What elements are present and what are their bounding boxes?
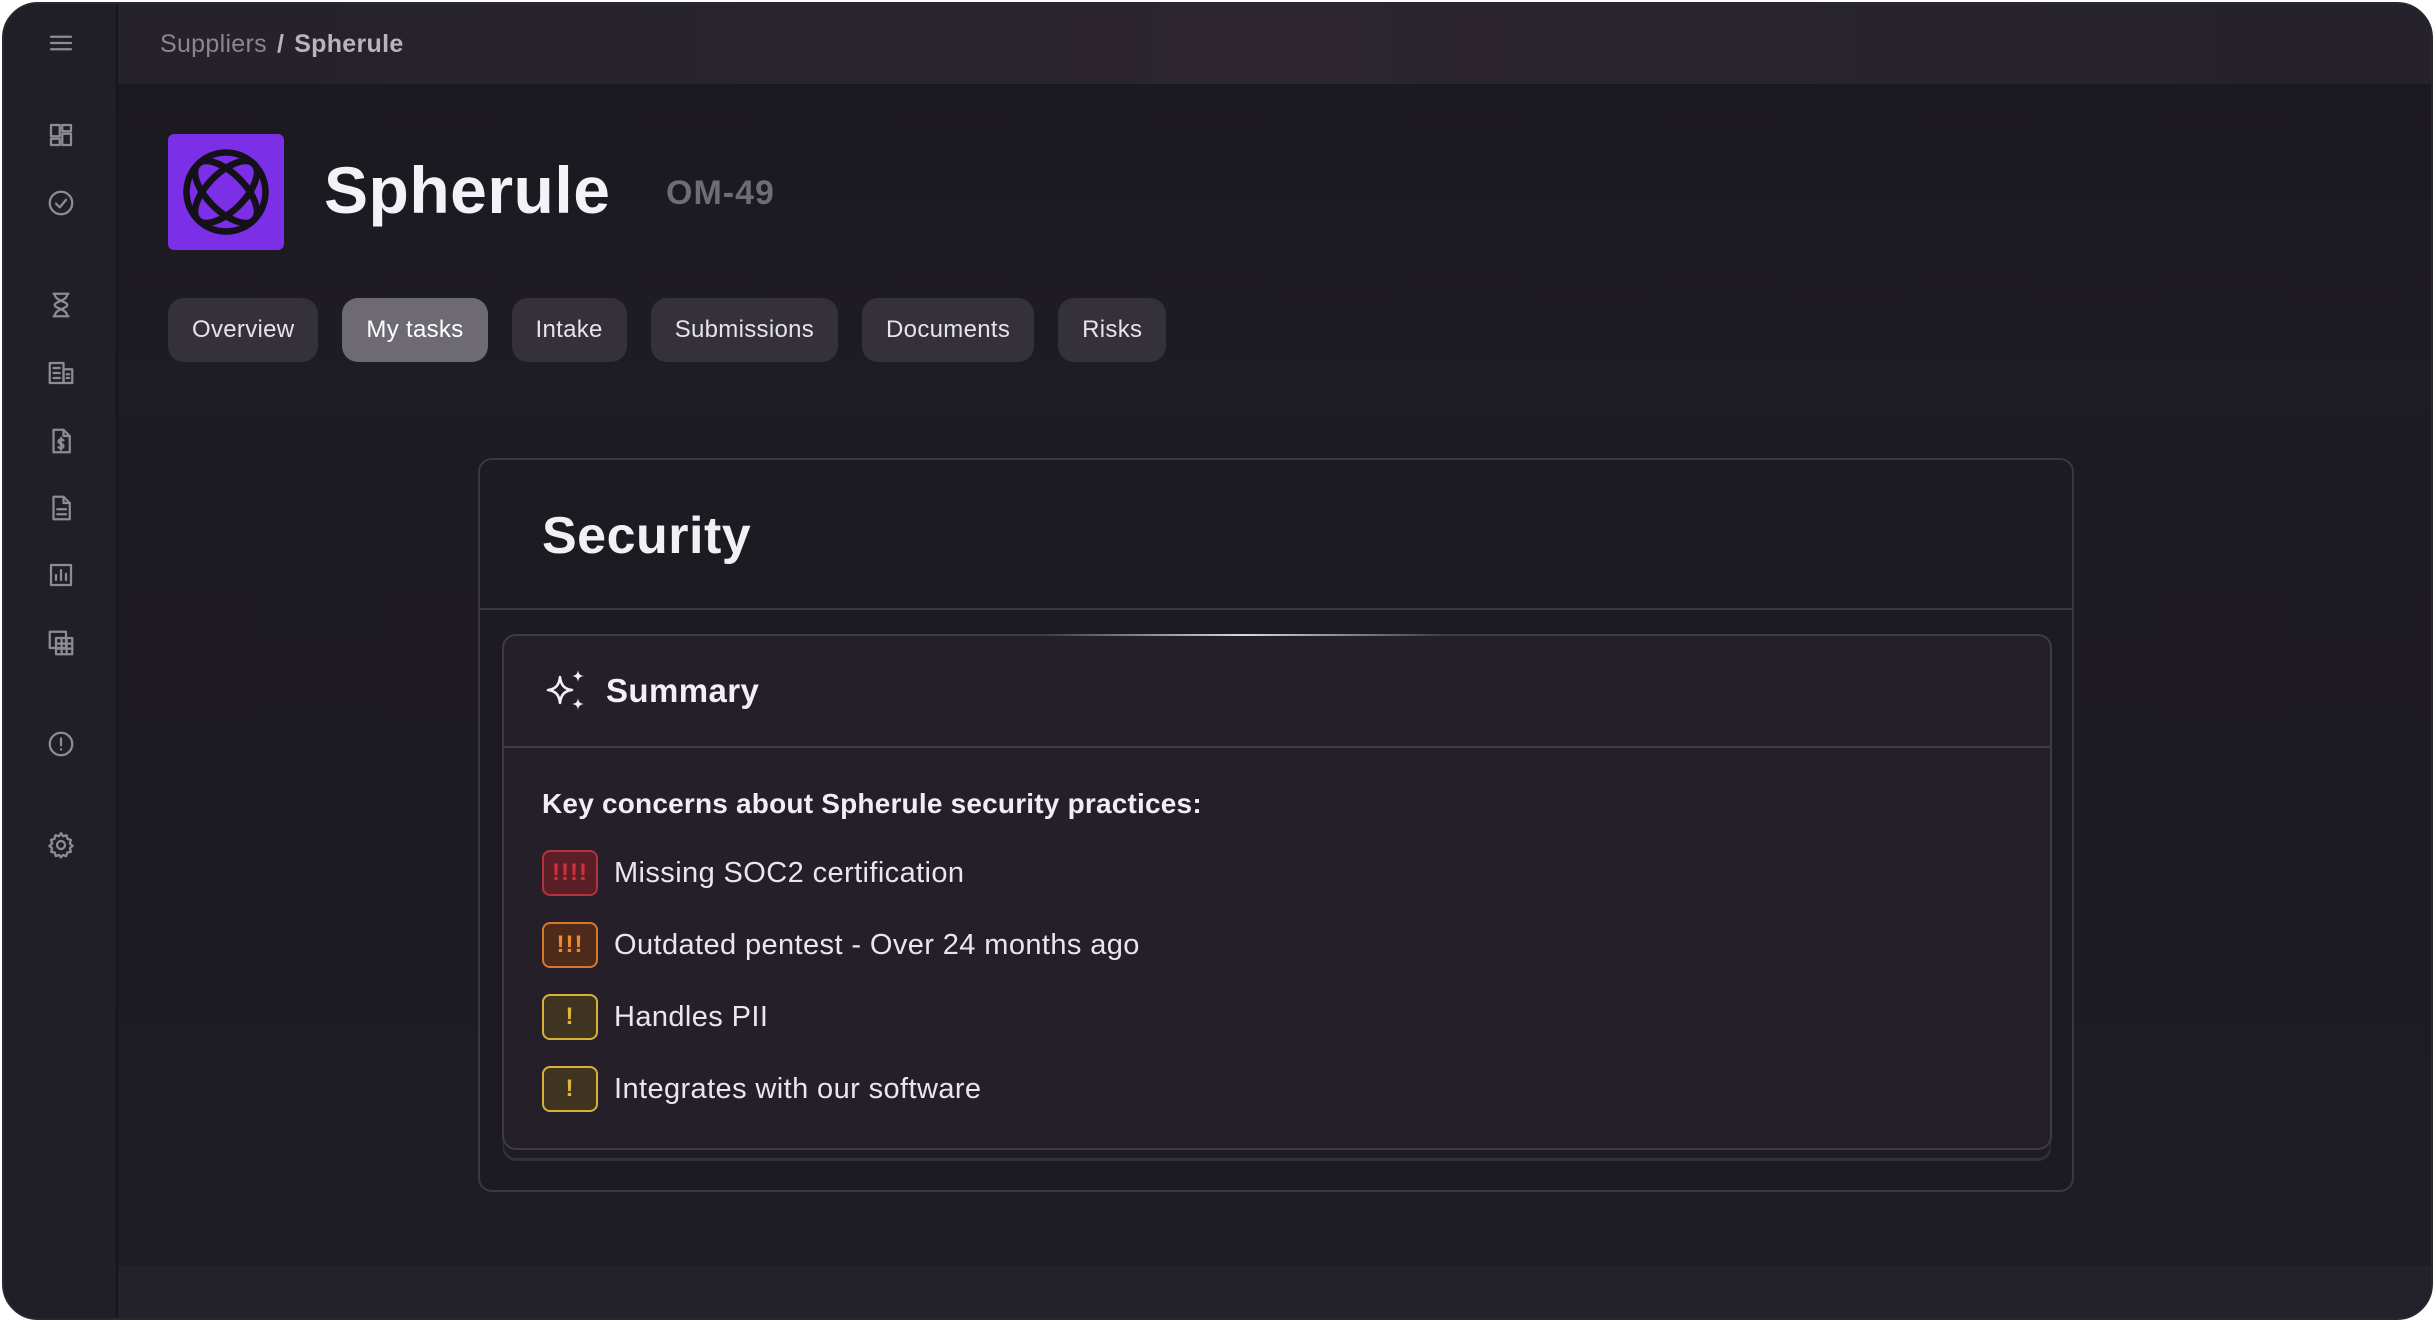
invoice-icon[interactable] xyxy=(44,424,78,458)
concern-item: ! Handles PII xyxy=(542,994,2020,1040)
sphere-logo-icon xyxy=(183,149,269,235)
alert-icon[interactable] xyxy=(44,727,78,761)
menu-icon[interactable] xyxy=(44,26,78,60)
summary-panel: Summary Key concerns about Spherule secu… xyxy=(502,634,2052,1150)
severity-badge-high: !!! xyxy=(542,922,598,968)
card-divider xyxy=(480,608,2072,610)
concern-text: Integrates with our software xyxy=(614,1072,982,1105)
sparkle-icon xyxy=(546,670,584,710)
summary-title: Summary xyxy=(606,672,760,709)
concern-text: Outdated pentest - Over 24 months ago xyxy=(614,928,1140,961)
concern-text: Handles PII xyxy=(614,1000,769,1033)
dashboard-icon[interactable] xyxy=(44,118,78,152)
severity-badge-medium: ! xyxy=(542,1066,598,1112)
page-title: Spherule xyxy=(324,153,611,227)
document-icon[interactable] xyxy=(44,491,78,525)
table-icon[interactable] xyxy=(44,626,78,660)
concern-item: !!! Outdated pentest - Over 24 months ag… xyxy=(542,922,2020,968)
breadcrumb-suppliers-link[interactable]: Suppliers xyxy=(160,30,267,59)
concern-text: Missing SOC2 certification xyxy=(614,856,965,889)
hourglass-icon[interactable] xyxy=(44,288,78,322)
security-card: Security Summary Key concerns about Sphe… xyxy=(478,458,2074,1192)
tab-documents[interactable]: Documents xyxy=(862,298,1035,362)
supplier-id: OM-49 xyxy=(666,174,775,212)
main-content: Spherule OM-49 Overview My tasks Intake … xyxy=(118,84,2431,1318)
app-window: Suppliers / Spherule Spherule OM-49 Over… xyxy=(2,2,2433,1320)
supplier-logo xyxy=(168,134,284,250)
breadcrumb-current[interactable]: Spherule xyxy=(294,30,403,59)
tab-intake[interactable]: Intake xyxy=(511,298,627,362)
concern-item: ! Integrates with our software xyxy=(542,1066,2020,1112)
supplier-header: Spherule OM-49 Overview My tasks Intake … xyxy=(118,84,2431,414)
tab-bar: Overview My tasks Intake Submissions Doc… xyxy=(168,298,1167,362)
tab-submissions[interactable]: Submissions xyxy=(650,298,839,362)
tab-risks[interactable]: Risks xyxy=(1058,298,1167,362)
summary-body: Key concerns about Spherule security pra… xyxy=(542,788,2020,1112)
concern-item: !!!! Missing SOC2 certification xyxy=(542,850,2020,896)
breadcrumb: Suppliers / Spherule xyxy=(118,4,2431,84)
tab-my-tasks[interactable]: My tasks xyxy=(342,298,488,362)
bottom-strip xyxy=(118,1266,2431,1318)
summary-header: Summary xyxy=(504,636,2050,748)
chart-icon[interactable] xyxy=(44,558,78,592)
severity-badge-critical: !!!! xyxy=(542,850,598,896)
breadcrumb-separator: / xyxy=(276,29,285,58)
sidebar xyxy=(4,4,118,1318)
summary-intro: Key concerns about Spherule security pra… xyxy=(542,788,1202,819)
tab-overview[interactable]: Overview xyxy=(168,298,319,362)
building-icon[interactable] xyxy=(44,356,78,390)
check-circle-icon[interactable] xyxy=(44,186,78,220)
settings-icon[interactable] xyxy=(44,828,78,862)
severity-badge-medium: ! xyxy=(542,994,598,1040)
card-title: Security xyxy=(542,507,752,565)
